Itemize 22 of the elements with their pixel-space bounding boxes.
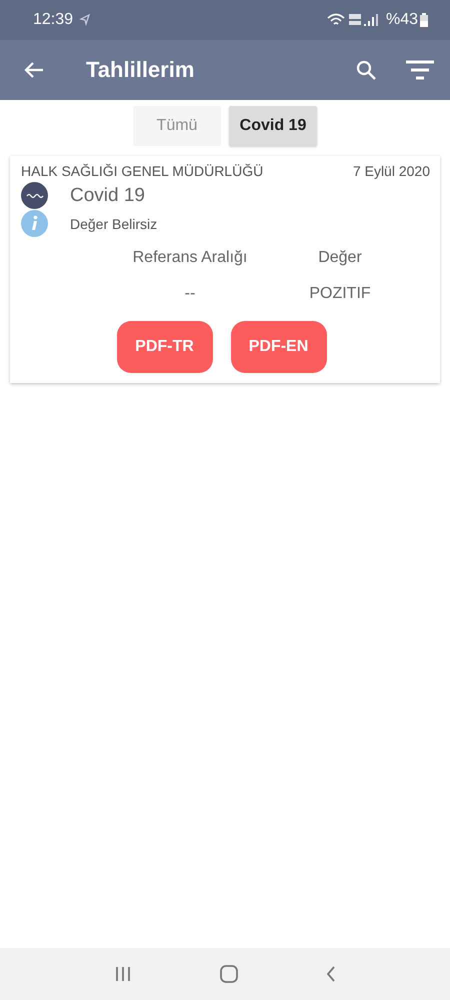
location-icon bbox=[79, 13, 92, 27]
pdf-button[interactable]: PDF-TR bbox=[116, 321, 212, 373]
filter-tab[interactable]: Tümü bbox=[133, 106, 221, 146]
column-header: Referans Aralığı bbox=[132, 249, 248, 267]
test-name: Covid 19 bbox=[70, 184, 145, 206]
wave-icon bbox=[21, 182, 48, 209]
info-icon bbox=[21, 210, 48, 237]
filter-tab[interactable]: Covid 19 bbox=[229, 106, 317, 146]
home-button[interactable] bbox=[218, 963, 240, 985]
wifi-icon bbox=[326, 13, 345, 27]
table-cell-text: POZITIF bbox=[308, 285, 372, 303]
institution-name: HALK SAĞLIĞI GENEL MÜDÜRLÜĞÜ bbox=[21, 163, 264, 179]
battery-level: %43 bbox=[386, 11, 418, 29]
clock: 12:39 bbox=[33, 11, 74, 29]
result-note: Değer Belirsiz bbox=[70, 216, 158, 232]
column-header: Değer bbox=[317, 249, 363, 267]
signal-icon bbox=[348, 13, 378, 27]
result-date: 7 Eylül 2020 bbox=[352, 163, 430, 179]
screen-title: Tahlillerim bbox=[86, 57, 196, 83]
pdf-button[interactable]: PDF-EN bbox=[230, 321, 326, 373]
table-cell-text: -- bbox=[184, 285, 196, 303]
battery-icon bbox=[420, 13, 428, 27]
